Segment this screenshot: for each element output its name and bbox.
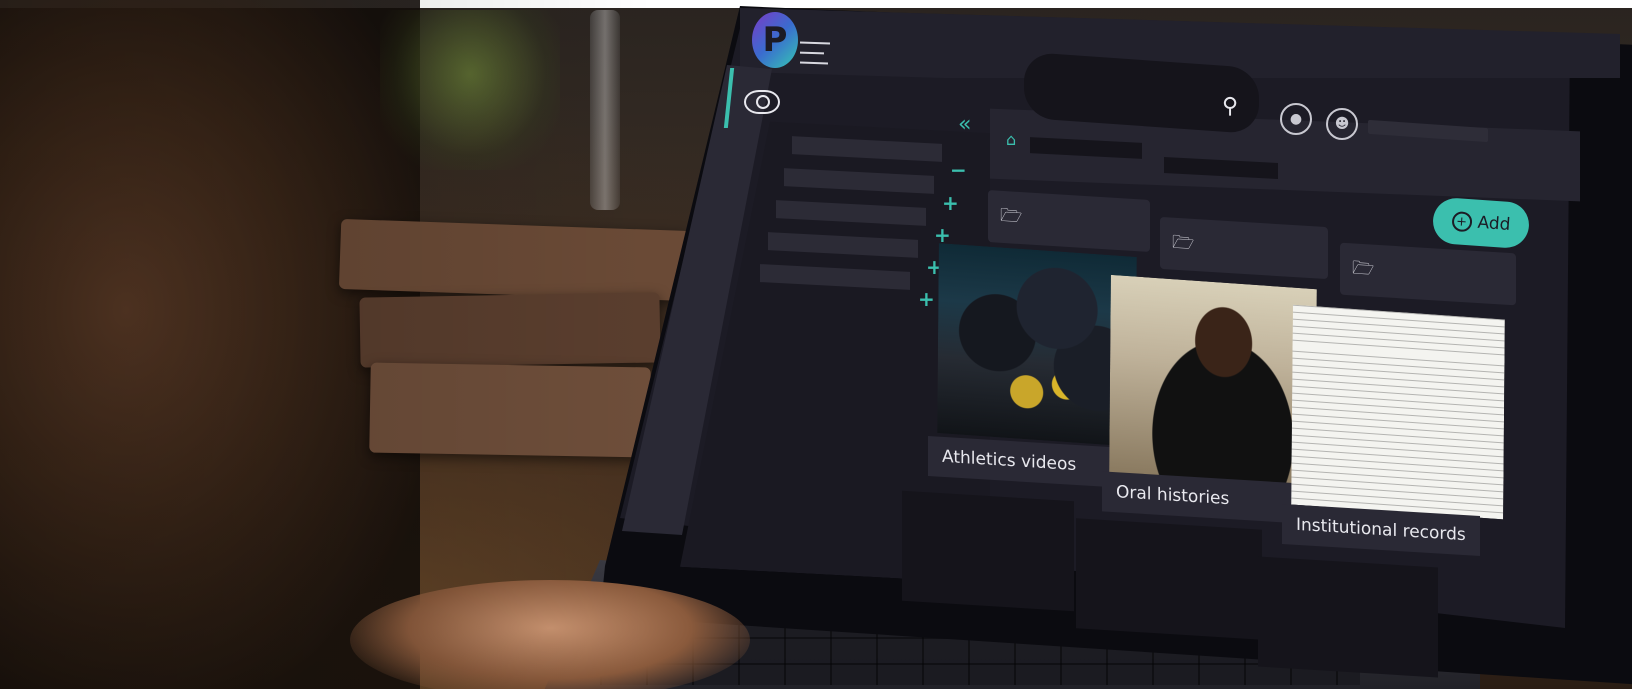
hamburger-icon[interactable] [799, 41, 831, 68]
athletics-photo [937, 243, 1137, 447]
add-icon: + [1450, 210, 1473, 233]
oral-history-photo [1109, 274, 1317, 488]
expand-plus-icon[interactable]: + [918, 287, 935, 311]
empty-card[interactable] [902, 490, 1074, 612]
menu-line [799, 41, 831, 45]
folder-card[interactable]: 🗁 [1160, 216, 1328, 280]
logo-letter: P [762, 20, 788, 60]
plant [380, 10, 560, 170]
app-logo[interactable]: P [752, 12, 798, 68]
empty-card[interactable] [1258, 556, 1438, 678]
eye-icon[interactable] [744, 90, 780, 114]
collection-thumbnail-institutional-records[interactable] [1291, 304, 1505, 520]
menu-line [799, 51, 825, 55]
user-icon[interactable]: ☻ [1326, 108, 1358, 140]
folder-icon: 🗁 [1352, 257, 1375, 280]
menu-line [799, 61, 829, 65]
collection-thumbnail-oral-histories[interactable] [1109, 274, 1317, 488]
expand-plus-icon[interactable]: + [942, 191, 959, 215]
book [359, 292, 661, 368]
document-page [1291, 304, 1505, 520]
collection-thumbnail-athletics[interactable] [937, 243, 1137, 447]
folder-card[interactable]: 🗁 [1340, 242, 1516, 306]
glass [590, 10, 620, 210]
user-hand [350, 580, 750, 689]
bell-icon[interactable]: ● [1280, 103, 1312, 135]
add-button[interactable]: + Add [1431, 196, 1531, 250]
folder-icon: 🗁 [1172, 231, 1195, 254]
empty-card[interactable] [1076, 518, 1262, 640]
folder-card[interactable]: 🗁 [988, 190, 1150, 252]
book [338, 218, 692, 302]
add-button-label: Add [1476, 212, 1512, 236]
book [369, 362, 651, 458]
home-icon[interactable]: ⌂ [1006, 130, 1016, 149]
folder-icon: 🗁 [1000, 204, 1023, 228]
photo-scene: P ⚲ ● ☻ « − + + + + ⌂ + Add 🗁 🗁 🗁 Athlet… [0, 0, 1632, 689]
search-icon[interactable]: ⚲ [1222, 94, 1244, 119]
double-chevron-left-icon[interactable]: « [958, 112, 971, 137]
collapse-minus-icon[interactable]: − [950, 158, 967, 182]
